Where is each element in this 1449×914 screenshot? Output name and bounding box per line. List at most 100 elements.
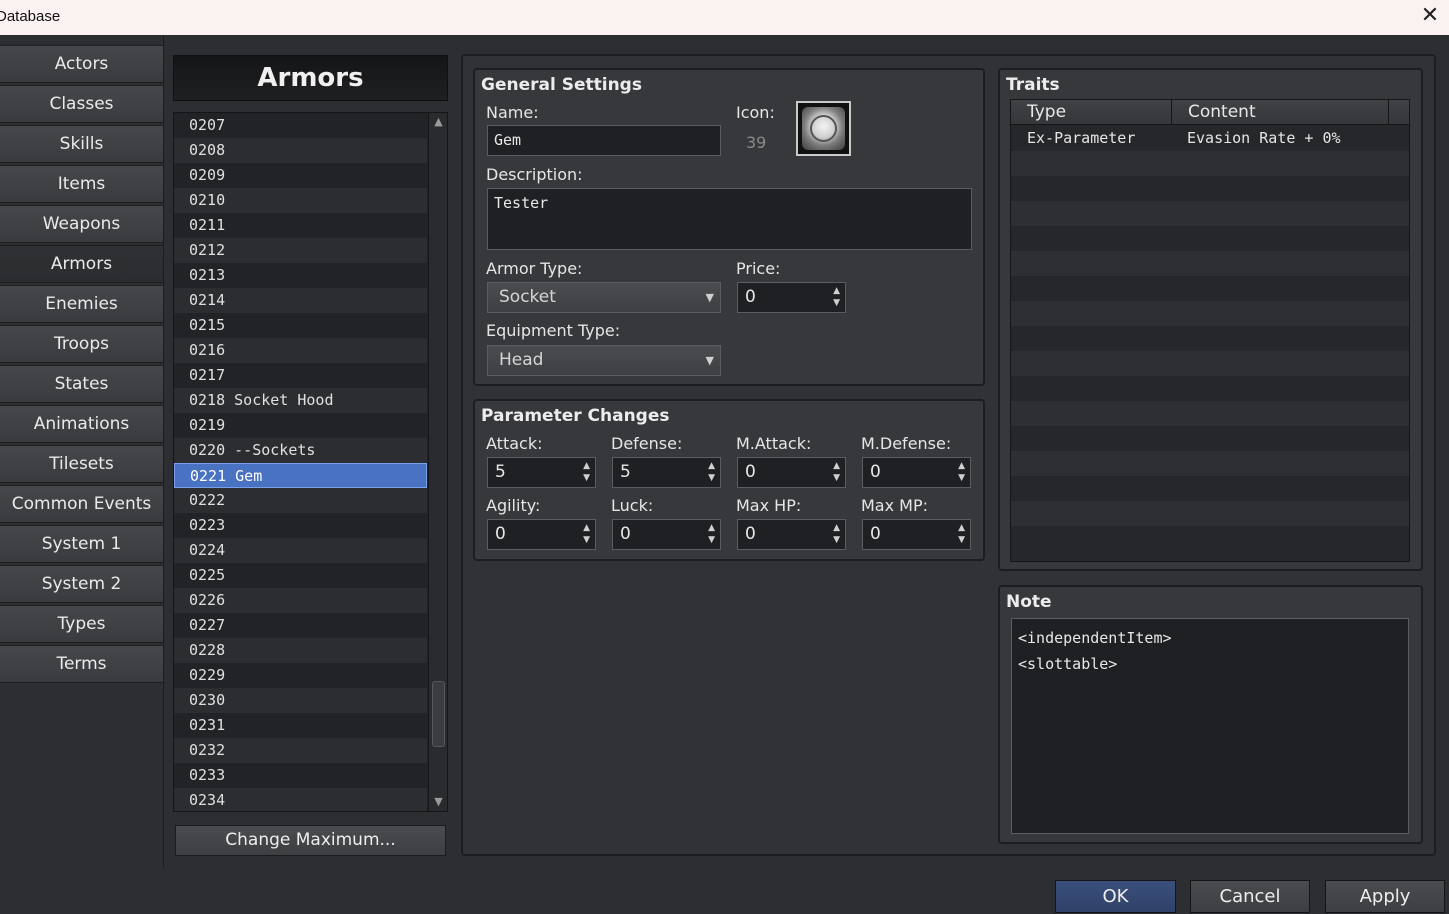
spin-up-icon[interactable]: ▲ [833, 462, 840, 471]
sidebar-item-system-2[interactable]: System 2 [0, 565, 164, 603]
spin-down-icon[interactable]: ▼ [958, 474, 965, 483]
table-row[interactable] [1011, 426, 1409, 451]
spin-up-icon[interactable]: ▲ [958, 462, 965, 471]
apply-button[interactable]: Apply [1325, 880, 1445, 913]
traits-header-type[interactable]: Type [1011, 100, 1172, 125]
sidebar-item-actors[interactable]: Actors [0, 45, 164, 83]
spin-up-icon[interactable]: ▲ [708, 462, 715, 471]
list-item[interactable]: 0230 [174, 688, 427, 713]
note-textarea[interactable]: <independentItem> <slottable> [1011, 618, 1409, 834]
list-item[interactable]: 0225 [174, 563, 427, 588]
table-row[interactable] [1011, 251, 1409, 276]
sidebar-item-enemies[interactable]: Enemies [0, 285, 164, 323]
sidebar-item-skills[interactable]: Skills [0, 125, 164, 163]
list-item[interactable]: 0218 Socket Hood [174, 388, 427, 413]
spin-up-icon[interactable]: ▲ [583, 462, 590, 471]
mdefense-spinner[interactable]: 0 ▲ ▼ [862, 457, 971, 488]
sidebar-item-items[interactable]: Items [0, 165, 164, 203]
scroll-down-icon[interactable]: ▼ [429, 793, 447, 811]
table-row[interactable] [1011, 276, 1409, 301]
list-item[interactable]: 0234 [174, 788, 427, 811]
list-item[interactable]: 0231 [174, 713, 427, 738]
spin-up-icon[interactable]: ▲ [583, 524, 590, 533]
sidebar-item-terms[interactable]: Terms [0, 645, 164, 683]
table-row[interactable] [1011, 476, 1409, 501]
list-item[interactable]: 0220 --Sockets [174, 438, 427, 463]
spin-down-icon[interactable]: ▼ [833, 536, 840, 545]
scroll-up-icon[interactable]: ▲ [429, 113, 447, 131]
list-item[interactable]: 0217 [174, 363, 427, 388]
list-item[interactable]: 0233 [174, 763, 427, 788]
armor-list[interactable]: 0207 0208 0209 0210 0211 0212 0213 0214 0215 0216… [173, 112, 448, 812]
list-item[interactable]: 0209 [174, 163, 427, 188]
table-row[interactable]: Ex-Parameter Evasion Rate + 0% [1011, 126, 1409, 151]
sidebar-item-classes[interactable]: Classes [0, 85, 164, 123]
sidebar-item-troops[interactable]: Troops [0, 325, 164, 363]
agility-spinner[interactable]: 0 ▲ ▼ [487, 519, 596, 550]
sidebar-item-weapons[interactable]: Weapons [0, 205, 164, 243]
list-item[interactable]: 0229 [174, 663, 427, 688]
traits-header-content[interactable]: Content [1172, 100, 1389, 125]
armor-type-select[interactable]: Socket ▼ [487, 282, 721, 313]
luck-spinner[interactable]: 0 ▲ ▼ [612, 519, 721, 550]
list-item[interactable]: 0227 [174, 613, 427, 638]
table-row[interactable] [1011, 351, 1409, 376]
list-item[interactable]: 0219 [174, 413, 427, 438]
change-maximum-button[interactable]: Change Maximum... [175, 825, 446, 856]
table-row[interactable] [1011, 526, 1409, 551]
sidebar-item-animations[interactable]: Animations [0, 405, 164, 443]
list-item[interactable]: 0208 [174, 138, 427, 163]
scroll-thumb[interactable] [432, 681, 445, 747]
table-row[interactable] [1011, 501, 1409, 526]
traits-table[interactable]: Ex-Parameter Evasion Rate + 0% Type Conte… [1010, 99, 1410, 562]
table-row[interactable] [1011, 376, 1409, 401]
spin-down-icon[interactable]: ▼ [833, 474, 840, 483]
list-item[interactable]: 0226 [174, 588, 427, 613]
table-row[interactable] [1011, 226, 1409, 251]
list-item[interactable]: 0216 [174, 338, 427, 363]
table-row[interactable] [1011, 151, 1409, 176]
list-item[interactable]: 0211 [174, 213, 427, 238]
name-field[interactable]: Gem [487, 125, 721, 156]
sidebar-item-armors[interactable]: Armors [0, 245, 164, 283]
price-spinner[interactable]: 0 ▲ ▼ [737, 282, 846, 313]
list-item[interactable]: 0228 [174, 638, 427, 663]
spin-up-icon[interactable]: ▲ [708, 524, 715, 533]
cancel-button[interactable]: Cancel [1190, 880, 1310, 913]
defense-spinner[interactable]: 5 ▲ ▼ [612, 457, 721, 488]
close-icon[interactable]: ✕ [1415, 2, 1445, 32]
maxhp-spinner[interactable]: 0 ▲ ▼ [737, 519, 846, 550]
armor-icon-picker[interactable] [796, 101, 851, 156]
sidebar-item-states[interactable]: States [0, 365, 164, 403]
spin-up-icon[interactable]: ▲ [958, 524, 965, 533]
description-field[interactable]: Tester [487, 188, 972, 250]
attack-spinner[interactable]: 5 ▲ ▼ [487, 457, 596, 488]
list-item[interactable]: 0224 [174, 538, 427, 563]
sidebar-item-common-events[interactable]: Common Events [0, 485, 164, 523]
spin-up-icon[interactable]: ▲ [833, 287, 840, 296]
list-item[interactable]: 0215 [174, 313, 427, 338]
ok-button[interactable]: OK [1055, 880, 1176, 913]
spin-up-icon[interactable]: ▲ [833, 524, 840, 533]
table-row[interactable] [1011, 451, 1409, 476]
mattack-spinner[interactable]: 0 ▲ ▼ [737, 457, 846, 488]
sidebar-item-tilesets[interactable]: Tilesets [0, 445, 164, 483]
list-item[interactable]: 0213 [174, 263, 427, 288]
list-item[interactable]: 0232 [174, 738, 427, 763]
spin-down-icon[interactable]: ▼ [958, 536, 965, 545]
spin-down-icon[interactable]: ▼ [583, 474, 590, 483]
table-row[interactable] [1011, 301, 1409, 326]
list-item[interactable]: 0214 [174, 288, 427, 313]
equip-type-select[interactable]: Head ▼ [487, 345, 721, 376]
sidebar-item-system-1[interactable]: System 1 [0, 525, 164, 563]
list-item[interactable]: 0210 [174, 188, 427, 213]
table-row[interactable] [1011, 326, 1409, 351]
list-item[interactable]: 0221 Gem [174, 463, 427, 488]
list-scrollbar[interactable]: ▲ ▼ [428, 113, 447, 811]
list-item[interactable]: 0223 [174, 513, 427, 538]
spin-down-icon[interactable]: ▼ [708, 536, 715, 545]
spin-down-icon[interactable]: ▼ [583, 536, 590, 545]
table-row[interactable] [1011, 401, 1409, 426]
sidebar-item-types[interactable]: Types [0, 605, 164, 643]
maxmp-spinner[interactable]: 0 ▲ ▼ [862, 519, 971, 550]
